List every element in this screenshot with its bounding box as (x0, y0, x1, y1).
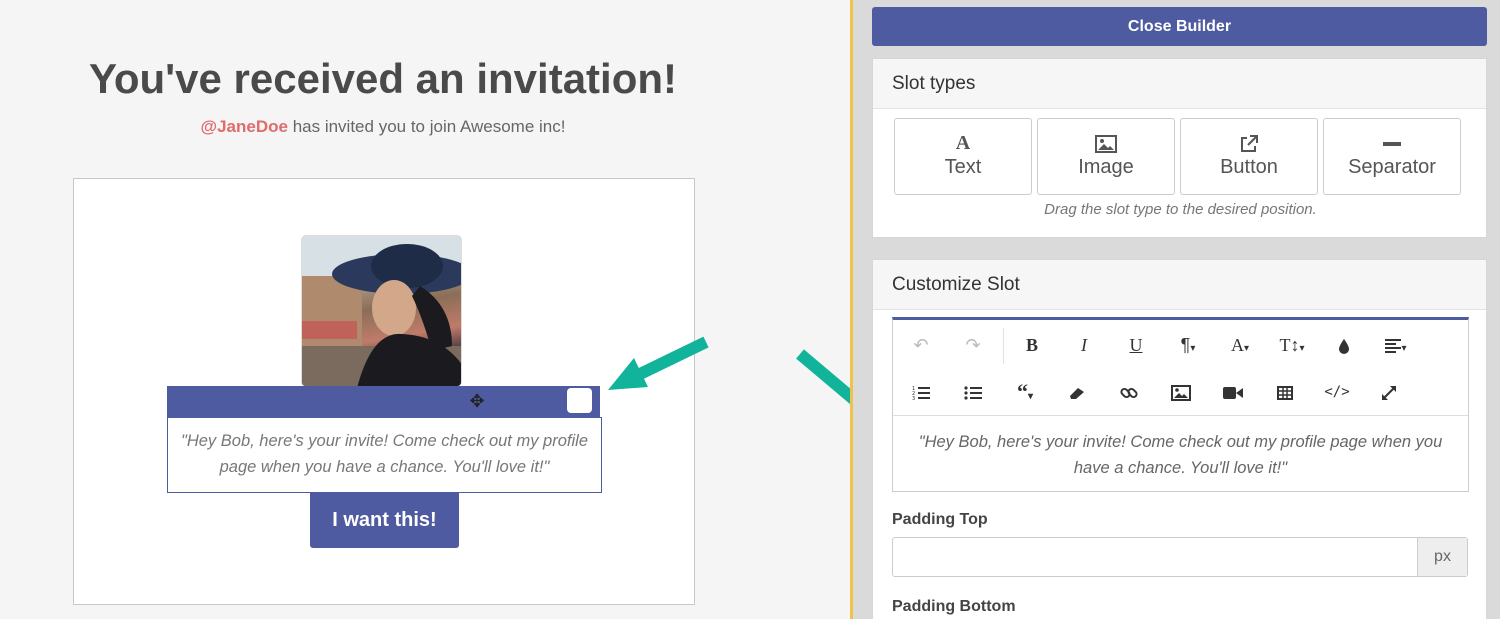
padding-top-input-group: px (892, 537, 1468, 577)
eraser-icon[interactable] (1057, 377, 1097, 407)
bold-icon[interactable]: B (1012, 330, 1052, 360)
profile-photo[interactable] (301, 235, 462, 387)
padding-top-input[interactable] (893, 538, 1418, 576)
redo-icon[interactable]: ↷ (953, 330, 993, 360)
invitation-subtitle-text: has invited you to join Awesome inc! (287, 117, 566, 136)
arrow-left-pointing-icon (608, 336, 709, 390)
padding-top-label: Padding Top (892, 511, 988, 528)
close-builder-button[interactable]: Close Builder (872, 7, 1487, 46)
builder-panel: Close Builder Slot types A Text Image Bu… (853, 0, 1500, 619)
italic-icon[interactable]: I (1064, 330, 1104, 360)
selected-text-slot[interactable]: "Hey Bob, here's your invite! Come check… (167, 417, 602, 493)
invitation-title: You've received an invitation! (88, 55, 678, 102)
code-view-icon[interactable]: </> (1317, 377, 1357, 407)
padding-unit-addon: px (1417, 538, 1467, 576)
external-link-icon (1181, 131, 1317, 155)
slot-type-label: Separator (1348, 156, 1436, 178)
insert-image-icon[interactable] (1161, 377, 1201, 407)
toolbar-separator (1003, 328, 1004, 364)
email-card: ✥ "Hey Bob, here's your invite! Come che… (73, 178, 695, 605)
font-family-dropdown-icon[interactable]: A▾ (1220, 330, 1260, 360)
slot-type-label: Button (1220, 156, 1278, 178)
slot-type-text[interactable]: A Text (894, 118, 1032, 195)
text-icon: A (955, 132, 971, 154)
slot-type-image[interactable]: Image (1037, 118, 1175, 195)
rich-text-editor: ↶ ↷ B I U ¶▾ A▾ T↕▾ ▾ 123 “▾ </> "Hey Bo… (892, 317, 1469, 492)
editor-toolbar: ↶ ↷ B I U ¶▾ A▾ T↕▾ ▾ 123 “▾ </> (893, 320, 1468, 416)
font-size-dropdown-icon[interactable]: T↕▾ (1272, 330, 1312, 360)
unordered-list-icon[interactable] (953, 377, 993, 407)
move-handle-icon[interactable]: ✥ (467, 391, 487, 411)
user-mention: @JaneDoe (200, 117, 288, 136)
padding-bottom-label: Padding Bottom (892, 598, 1016, 615)
color-drop-icon[interactable] (1324, 330, 1364, 360)
cta-button[interactable]: I want this! (310, 493, 459, 548)
minus-icon (1324, 131, 1460, 155)
invitation-subtitle: @JaneDoe has invited you to join Awesome… (0, 117, 766, 137)
video-icon[interactable] (1213, 377, 1253, 407)
slot-type-separator[interactable]: Separator (1323, 118, 1461, 195)
quote-dropdown-icon[interactable]: “▾ (1005, 377, 1045, 407)
email-preview: You've received an invitation! @JaneDoe … (0, 0, 896, 619)
table-icon[interactable] (1265, 377, 1305, 407)
drag-hint: Drag the slot type to the desired positi… (1044, 201, 1317, 218)
paragraph-dropdown-icon[interactable]: ¶▾ (1168, 330, 1208, 360)
ordered-list-icon[interactable]: 123 (901, 377, 941, 407)
slot-type-button[interactable]: Button (1180, 118, 1318, 195)
fullscreen-icon[interactable] (1369, 377, 1409, 407)
align-dropdown-icon[interactable]: ▾ (1376, 330, 1416, 360)
slot-types-heading: Slot types (873, 59, 1486, 109)
image-icon (1038, 131, 1174, 155)
slot-action-bar[interactable]: ✥ (167, 386, 600, 417)
slot-type-label: Image (1078, 156, 1134, 178)
customize-slot-panel: Customize Slot ↶ ↷ B I U ¶▾ A▾ T↕▾ ▾ 1 2… (872, 259, 1487, 619)
slot-delete-button[interactable] (567, 388, 592, 413)
svg-text:3: 3 (912, 396, 915, 401)
editor-content[interactable]: "Hey Bob, here's your invite! Come check… (893, 417, 1468, 492)
underline-icon[interactable]: U (1116, 330, 1156, 360)
link-icon[interactable] (1109, 377, 1149, 407)
customize-slot-heading: Customize Slot (873, 260, 1486, 310)
slot-types-panel: Slot types A Text Image Button Separator… (872, 58, 1487, 238)
undo-icon[interactable]: ↶ (901, 330, 941, 360)
slot-type-label: Text (944, 156, 982, 178)
